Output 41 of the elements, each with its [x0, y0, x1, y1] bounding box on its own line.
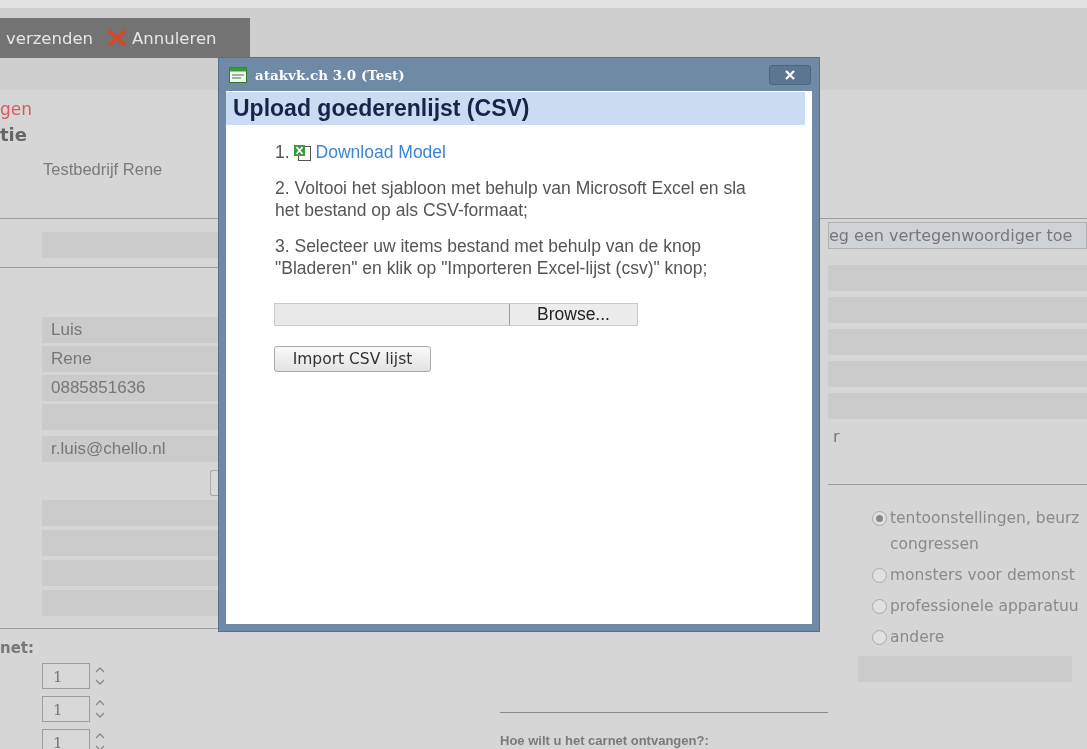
download-link[interactable]: Download Model	[315, 141, 446, 163]
instruction-text: 2. Voltooi het sjabloon met behulp van Microsoft Excel en sla het bestand op als CSV-formaat;	[275, 177, 747, 221]
input-field[interactable]	[42, 500, 220, 526]
input-field[interactable]: r.luis@chello.nl	[42, 436, 220, 462]
add-representative-button[interactable]: eg een vertegenwoordiger toe	[828, 222, 1087, 249]
import-button[interactable]: Import CSV lijst	[274, 346, 431, 372]
number-field[interactable]: 1	[42, 696, 90, 722]
cross-icon	[107, 29, 128, 47]
window-icon	[229, 66, 247, 83]
spreadsheet-icon	[293, 143, 312, 161]
dialog-heading: Upload goederenlijst (CSV)	[226, 92, 805, 125]
cancel-button[interactable]: Annuleren	[107, 28, 217, 48]
send-button[interactable]: verzenden	[6, 28, 94, 48]
close-button[interactable]	[769, 64, 811, 85]
instruction-text: 3. Selecteer uw items bestand met behulp van de knop "Bladeren" en klik op "Importeren Excel-lijst (csv)" knop;	[275, 235, 709, 279]
input-field[interactable]	[42, 560, 220, 586]
radio-button[interactable]	[872, 568, 887, 583]
input-field[interactable]	[42, 232, 220, 258]
input-field[interactable]	[42, 530, 220, 556]
input-field[interactable]: Rene	[42, 346, 220, 372]
file-field[interactable]: Browse...	[274, 303, 638, 326]
radio-button[interactable]	[872, 599, 887, 614]
field-label: r	[828, 419, 1087, 485]
field-label: net:	[0, 628, 220, 657]
step-number: 1.	[275, 141, 290, 163]
window-title: atakvk.ch 3.0 (Test)	[255, 66, 406, 83]
section-heading: Hoe wilt u het carnet ontvangen?:	[500, 712, 828, 749]
input-field[interactable]	[42, 404, 220, 430]
input-field[interactable]	[42, 590, 220, 616]
number-field[interactable]: 1	[42, 729, 90, 749]
section-heading: tie	[0, 124, 28, 145]
close-icon	[785, 69, 795, 80]
input-field[interactable]: 0885851636	[42, 375, 220, 401]
radio-label: monsters voor demonst	[890, 565, 1075, 586]
number-field[interactable]: 1	[42, 663, 90, 689]
radio-label: professionele apparatuu	[890, 596, 1079, 617]
radio-label: andere	[890, 627, 945, 648]
input-field[interactable]: Luis	[42, 317, 220, 343]
radio-button[interactable]	[872, 511, 887, 526]
company-name: Testbedrijf Rene	[43, 160, 164, 179]
radio-button[interactable]	[872, 630, 887, 645]
